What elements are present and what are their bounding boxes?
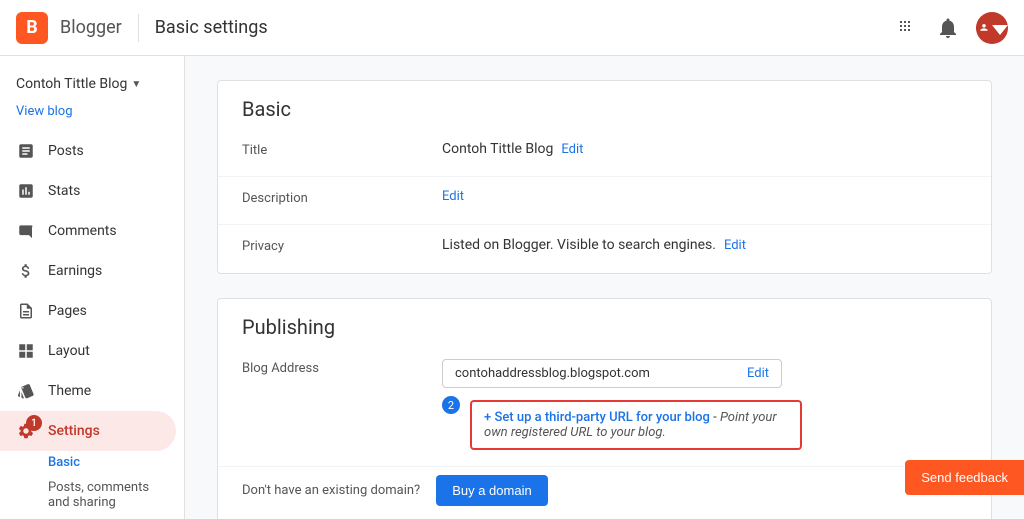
sidebar-item-label: Posts <box>48 143 84 159</box>
layout-icon <box>16 341 36 361</box>
description-label: Description <box>242 189 442 206</box>
blogger-brand: Blogger <box>60 17 122 38</box>
blog-name: Contoh Tittle Blog <box>16 76 127 92</box>
sidebar-item-label: Layout <box>48 343 90 359</box>
earnings-icon <box>16 261 36 281</box>
sidebar-sub-posts-comments[interactable]: Posts, comments and sharing <box>0 474 184 516</box>
title-label: Title <box>242 141 442 158</box>
description-row: Description Edit <box>218 177 991 225</box>
logo-letter: B <box>26 17 38 38</box>
dropdown-arrow-icon: ▼ <box>131 79 141 90</box>
title-value-container: Contoh Tittle Blog Edit <box>442 141 967 157</box>
comments-icon <box>16 221 36 241</box>
no-domain-text: Don't have an existing domain? <box>242 483 420 498</box>
blog-address-text: contohaddressblog.blogspot.com <box>455 366 650 381</box>
view-blog-link[interactable]: View blog <box>0 104 184 131</box>
sidebar: Contoh Tittle Blog ▼ View blog Posts Sta… <box>0 56 185 519</box>
sidebar-item-layout[interactable]: Layout <box>0 331 176 371</box>
blog-address-row: Blog Address contohaddressblog.blogspot.… <box>218 347 991 467</box>
settings-icon: 1 <box>16 421 36 441</box>
basic-section: Basic Title Contoh Tittle Blog Edit Desc… <box>217 80 992 274</box>
sidebar-item-label: Earnings <box>48 263 102 279</box>
settings-badge-number: 1 <box>26 415 42 431</box>
buy-domain-button[interactable]: Buy a domain <box>436 475 548 506</box>
send-feedback-button[interactable]: Send feedback <box>905 460 1024 495</box>
title-edit-link[interactable]: Edit <box>561 142 583 157</box>
blogger-logo[interactable]: B <box>16 12 48 44</box>
main-content: Basic Title Contoh Tittle Blog Edit Desc… <box>185 56 1024 519</box>
blog-address-label: Blog Address <box>242 359 442 376</box>
blog-selector[interactable]: Contoh Tittle Blog ▼ <box>0 64 184 104</box>
top-nav: B Blogger Basic settings <box>0 0 1024 56</box>
nav-divider <box>138 14 139 42</box>
stats-icon <box>16 181 36 201</box>
grid-icon[interactable] <box>896 16 920 40</box>
blog-address-value-container: contohaddressblog.blogspot.com Edit 2 + … <box>442 359 967 454</box>
privacy-label: Privacy <box>242 237 442 254</box>
pages-icon <box>16 301 36 321</box>
blog-address-edit-link[interactable]: Edit <box>747 366 769 381</box>
page-title: Basic settings <box>155 17 268 38</box>
sidebar-item-stats[interactable]: Stats <box>0 171 176 211</box>
user-avatar[interactable] <box>976 12 1008 44</box>
sidebar-item-posts[interactable]: Posts <box>0 131 176 171</box>
theme-icon <box>16 381 36 401</box>
blog-title-value: Contoh Tittle Blog <box>442 141 553 157</box>
posts-icon <box>16 141 36 161</box>
publishing-section-title: Publishing <box>218 299 991 347</box>
no-domain-row: Don't have an existing domain? Buy a dom… <box>218 467 991 519</box>
privacy-edit-link[interactable]: Edit <box>724 238 746 253</box>
nav-right <box>896 12 1008 44</box>
sidebar-item-theme[interactable]: Theme <box>0 371 176 411</box>
bell-icon[interactable] <box>936 16 960 40</box>
third-party-url-link[interactable]: + Set up a third-party URL for your blog <box>484 410 710 425</box>
blog-address-field: contohaddressblog.blogspot.com Edit <box>442 359 782 388</box>
sidebar-item-comments[interactable]: Comments <box>0 211 176 251</box>
third-party-url-box: + Set up a third-party URL for your blog… <box>470 400 802 450</box>
third-party-badge: 2 <box>442 396 460 414</box>
sidebar-item-label: Stats <box>48 183 80 199</box>
sidebar-item-pages[interactable]: Pages <box>0 291 176 331</box>
sidebar-item-label: Settings <box>48 423 100 439</box>
sidebar-item-settings[interactable]: 1 Settings <box>0 411 176 451</box>
app-layout: Contoh Tittle Blog ▼ View blog Posts Sta… <box>0 56 1024 519</box>
privacy-value-container: Listed on Blogger. Visible to search eng… <box>442 237 967 253</box>
third-party-dash: - <box>710 410 720 425</box>
sidebar-item-earnings[interactable]: Earnings <box>0 251 176 291</box>
publishing-section: Publishing Blog Address contohaddressblo… <box>217 298 992 519</box>
sidebar-item-label: Comments <box>48 223 117 239</box>
sidebar-item-label: Theme <box>48 383 91 399</box>
description-value-container: Edit <box>442 189 967 204</box>
description-edit-link[interactable]: Edit <box>442 189 464 204</box>
title-row: Title Contoh Tittle Blog Edit <box>218 129 991 177</box>
sidebar-item-label: Pages <box>48 303 87 319</box>
sidebar-sub-basic[interactable]: Basic <box>0 451 184 474</box>
privacy-row: Privacy Listed on Blogger. Visible to se… <box>218 225 991 273</box>
privacy-value: Listed on Blogger. Visible to search eng… <box>442 237 716 253</box>
basic-section-title: Basic <box>218 81 991 129</box>
